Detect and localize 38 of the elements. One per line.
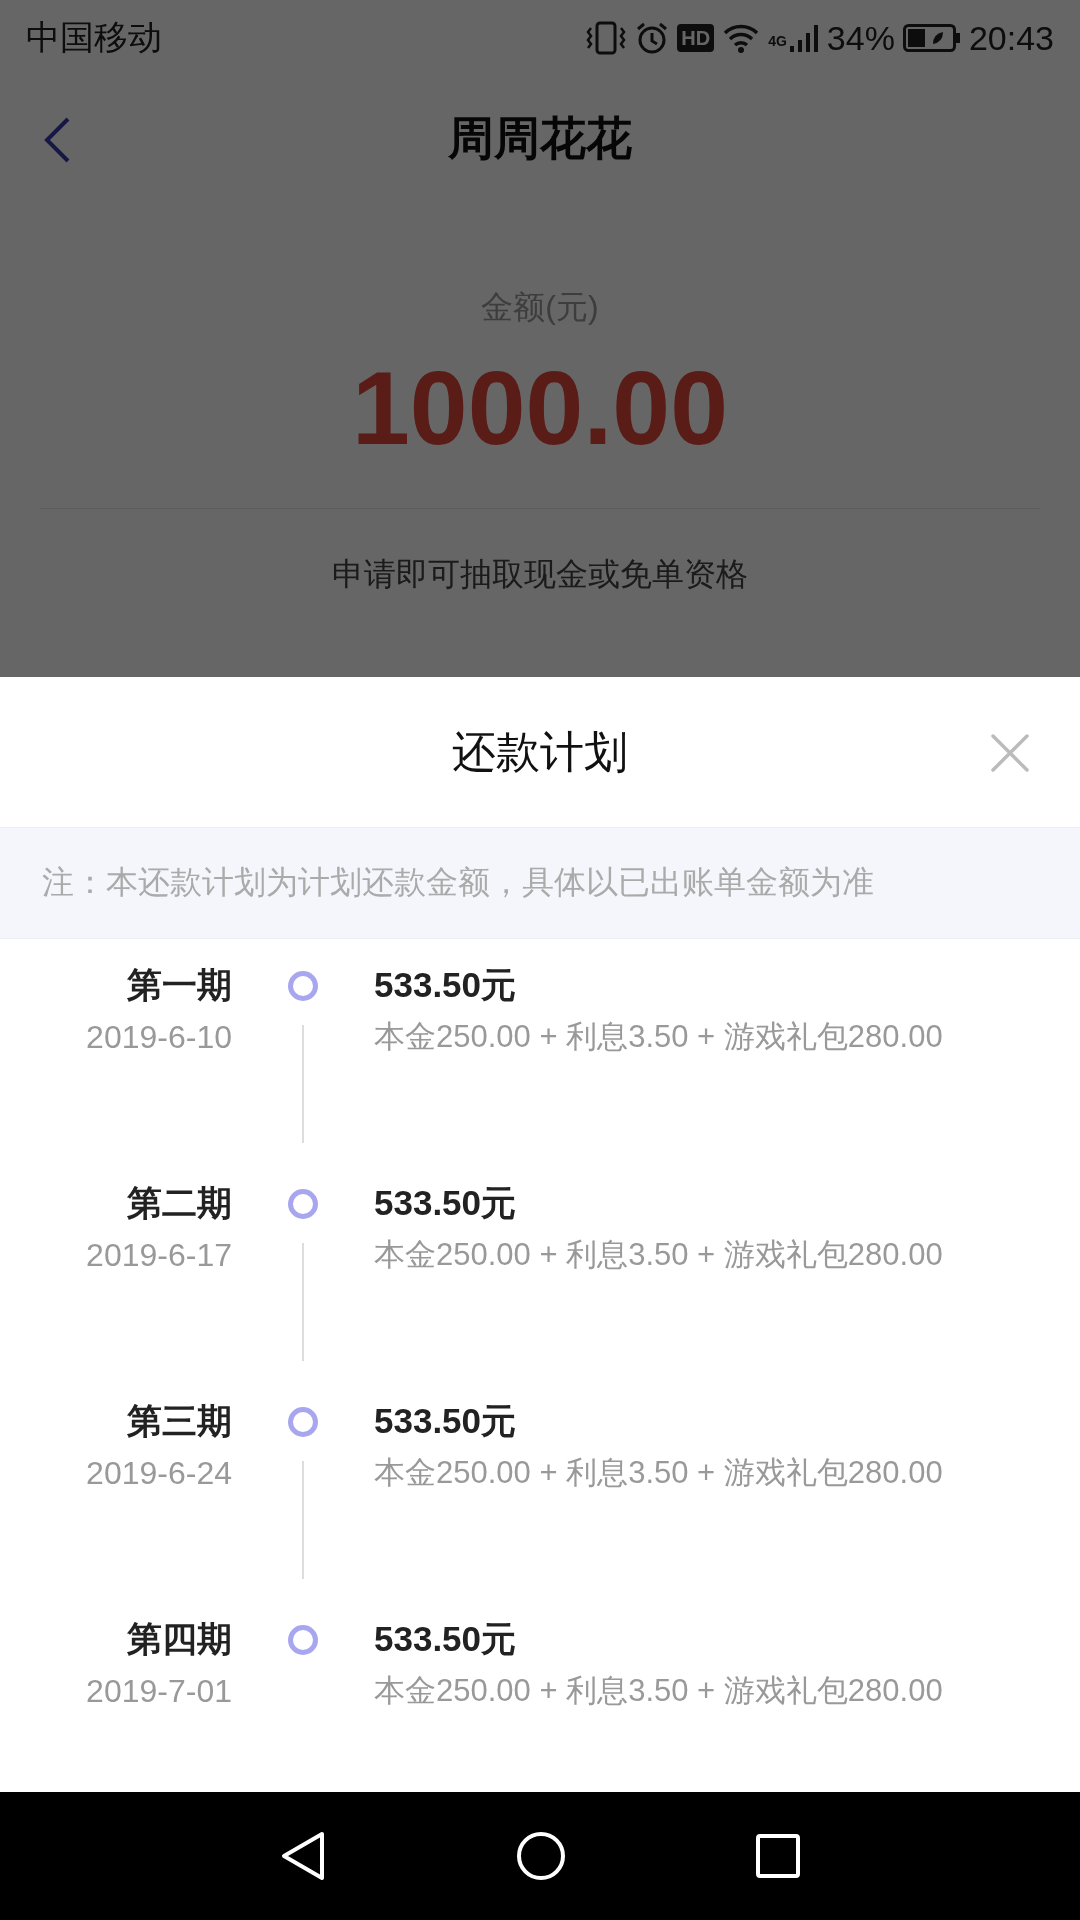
installment-amount: 533.50元 [374, 1618, 518, 1660]
page-title: 周周花花 [448, 111, 632, 166]
timeline-dot [288, 971, 318, 1001]
back-icon[interactable] [280, 1831, 326, 1881]
timeline-dot [288, 1189, 318, 1219]
installment-amount: 533.50元 [374, 1400, 518, 1442]
amount-breakdown: 本金250.00 + 利息3.50 + 游戏礼包280.00 [374, 1018, 944, 1056]
amount-breakdown: 本金250.00 + 利息3.50 + 游戏礼包280.00 [374, 1236, 944, 1274]
installment-amount: 533.50元 [374, 964, 518, 1006]
due-date: 2019-6-24 [85, 1454, 232, 1493]
note-text: 注：本还款计划为计划还款金额，具体以已出账单金额为准 [42, 863, 874, 902]
installment-amount: 533.50元 [374, 1182, 518, 1224]
signal-icon [788, 22, 819, 54]
battery-icon [902, 24, 961, 52]
vibrate-icon [585, 20, 628, 56]
period-label: 第一期 [126, 964, 232, 1006]
due-date: 2019-6-17 [85, 1236, 232, 1275]
alarm-clock-icon [635, 21, 670, 55]
hd-badge: HD [677, 24, 715, 52]
promo-text: 申请即可抽取现金或免单资格 [331, 555, 749, 594]
clock-time: 20:43 [968, 18, 1054, 58]
amount-value: 1000.00 [351, 349, 729, 468]
sheet-title: 还款计划 [452, 725, 628, 778]
period-label: 第四期 [126, 1618, 232, 1660]
due-date: 2019-7-01 [85, 1672, 232, 1711]
amount-breakdown: 本金250.00 + 利息3.50 + 游戏礼包280.00 [374, 1454, 944, 1492]
wifi-icon [722, 22, 761, 54]
due-date: 2019-6-10 [85, 1018, 232, 1057]
network-type: 4G [768, 32, 787, 49]
period-label: 第三期 [126, 1400, 232, 1442]
battery-percent: 34% [826, 18, 895, 58]
amount-breakdown: 本金250.00 + 利息3.50 + 游戏礼包280.00 [374, 1672, 944, 1710]
recent-apps-icon[interactable] [756, 1834, 800, 1878]
carrier-name: 中国移动 [26, 17, 162, 58]
timeline-dot [288, 1625, 318, 1655]
home-icon[interactable] [516, 1831, 566, 1881]
period-label: 第二期 [126, 1182, 232, 1224]
timeline-dot [288, 1407, 318, 1437]
